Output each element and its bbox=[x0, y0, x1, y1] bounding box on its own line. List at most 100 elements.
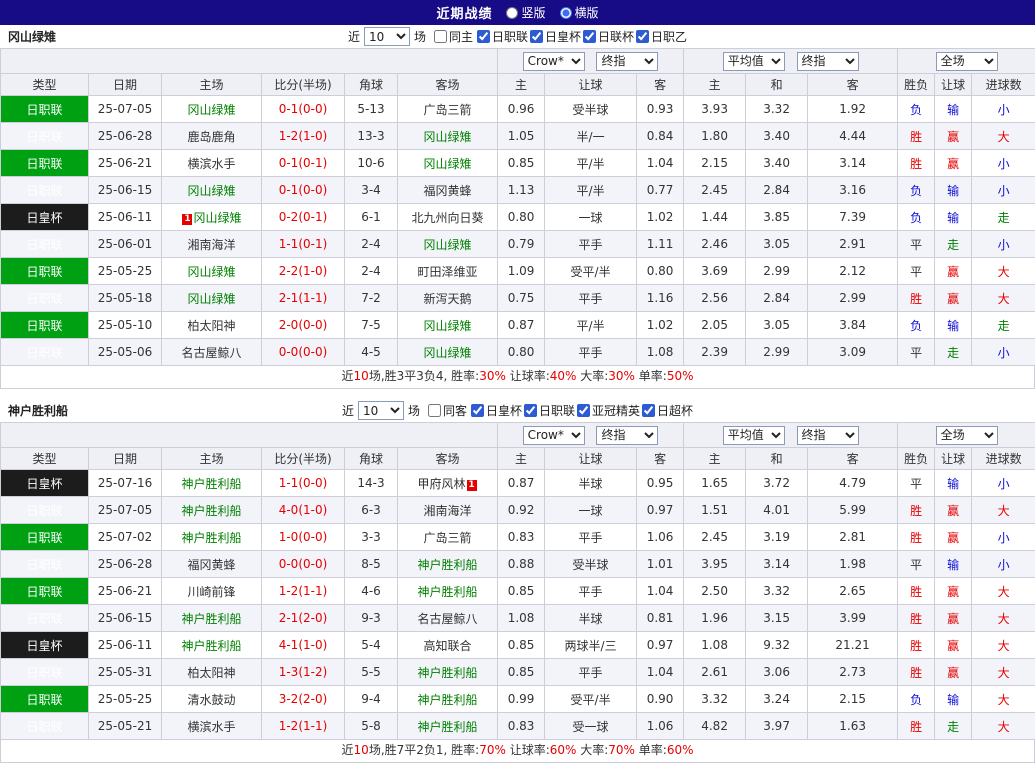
avg-final-select[interactable]: 终指 bbox=[797, 52, 859, 71]
focus-team-link[interactable]: 神户胜利船 bbox=[418, 693, 478, 707]
handicap-result: 走 bbox=[935, 339, 972, 366]
same-home-filter[interactable]: 同主 bbox=[434, 28, 473, 45]
score: 0-1(0-0) bbox=[262, 96, 345, 123]
scope-header-group: 全场 bbox=[898, 423, 1035, 448]
avg-away-odds: 3.99 bbox=[808, 605, 898, 632]
handicap-line: 半/一 bbox=[545, 123, 637, 150]
home-odds: 0.99 bbox=[498, 686, 545, 713]
league-filter[interactable]: 日皇杯 bbox=[530, 28, 581, 45]
focus-team-link[interactable]: 神户胜利船 bbox=[418, 720, 478, 734]
match-count-select[interactable]: 10 bbox=[364, 27, 410, 46]
team-link[interactable]: 新泻天鹅 bbox=[424, 292, 472, 306]
vertical-radio[interactable] bbox=[506, 7, 518, 19]
team-link[interactable]: 町田泽维亚 bbox=[418, 265, 478, 279]
league-checkbox[interactable] bbox=[524, 404, 537, 417]
league-checkbox[interactable] bbox=[583, 30, 596, 43]
handicap-line: 平手 bbox=[545, 578, 637, 605]
league-filter[interactable]: 日职联 bbox=[524, 402, 575, 419]
team-link[interactable]: 甲府风林 bbox=[418, 477, 466, 491]
focus-team-link[interactable]: 神户胜利船 bbox=[181, 639, 241, 653]
team-link[interactable]: 北九州向日葵 bbox=[412, 211, 484, 225]
team-link[interactable]: 柏太阳神 bbox=[187, 319, 235, 333]
same-away-checkbox[interactable] bbox=[428, 404, 441, 417]
team-link[interactable]: 高知联合 bbox=[424, 639, 472, 653]
odds-source-select[interactable]: Crow* bbox=[523, 52, 585, 71]
handicap-result: 输 bbox=[935, 204, 972, 231]
focus-team-link[interactable]: 冈山绿雉 bbox=[193, 211, 241, 225]
layout-horizontal-option[interactable]: 横版 bbox=[560, 4, 599, 21]
same-home-label: 同主 bbox=[449, 28, 473, 45]
team-link[interactable]: 广岛三箭 bbox=[424, 103, 472, 117]
scope-select[interactable]: 全场 bbox=[936, 426, 998, 445]
avg-select[interactable]: 平均值 bbox=[723, 426, 785, 445]
horizontal-radio[interactable] bbox=[560, 7, 572, 19]
avg-home-odds: 1.80 bbox=[684, 123, 746, 150]
focus-team-link[interactable]: 冈山绿雉 bbox=[424, 130, 472, 144]
odds-final-select[interactable]: 终指 bbox=[596, 426, 658, 445]
league-checkbox[interactable] bbox=[530, 30, 543, 43]
focus-team-link[interactable]: 冈山绿雉 bbox=[187, 292, 235, 306]
focus-team-link[interactable]: 神户胜利船 bbox=[418, 666, 478, 680]
result-value: 负 bbox=[898, 204, 935, 231]
focus-team-link[interactable]: 神户胜利船 bbox=[181, 531, 241, 545]
league-checkbox[interactable] bbox=[477, 30, 490, 43]
team-link[interactable]: 清水鼓动 bbox=[187, 693, 235, 707]
result-value: 胜 bbox=[898, 524, 935, 551]
team-link[interactable]: 柏太阳神 bbox=[187, 666, 235, 680]
result-value: 胜 bbox=[898, 659, 935, 686]
focus-team-link[interactable]: 冈山绿雉 bbox=[424, 238, 472, 252]
layout-vertical-option[interactable]: 竖版 bbox=[506, 4, 545, 21]
summary-text: 30% bbox=[479, 369, 506, 383]
league-checkbox[interactable] bbox=[642, 404, 655, 417]
same-home-checkbox[interactable] bbox=[434, 30, 447, 43]
away-odds: 1.08 bbox=[637, 339, 684, 366]
league-filter[interactable]: 日超杯 bbox=[642, 402, 693, 419]
focus-team-link[interactable]: 冈山绿雉 bbox=[187, 184, 235, 198]
same-away-label: 同客 bbox=[443, 402, 467, 419]
scope-select[interactable]: 全场 bbox=[936, 52, 998, 71]
focus-team-link[interactable]: 冈山绿雉 bbox=[187, 265, 235, 279]
league-checkbox[interactable] bbox=[471, 404, 484, 417]
home-team: 清水鼓动 bbox=[162, 686, 262, 713]
league-filter[interactable]: 日职联 bbox=[477, 28, 528, 45]
same-away-filter[interactable]: 同客 bbox=[428, 402, 467, 419]
focus-team-link[interactable]: 神户胜利船 bbox=[181, 504, 241, 518]
focus-team-link[interactable]: 冈山绿雉 bbox=[424, 319, 472, 333]
avg-final-select[interactable]: 终指 bbox=[797, 426, 859, 445]
focus-team-link[interactable]: 神户胜利船 bbox=[418, 558, 478, 572]
team-link[interactable]: 名古屋鲸八 bbox=[181, 346, 241, 360]
team-link[interactable]: 横滨水手 bbox=[187, 720, 235, 734]
team-link[interactable]: 湘南海洋 bbox=[424, 504, 472, 518]
match-count-select[interactable]: 10 bbox=[358, 401, 404, 420]
focus-team-link[interactable]: 冈山绿雉 bbox=[187, 103, 235, 117]
focus-team-link[interactable]: 神户胜利船 bbox=[181, 612, 241, 626]
team-link[interactable]: 川崎前锋 bbox=[187, 585, 235, 599]
home-team: 湘南海洋 bbox=[162, 231, 262, 258]
odds-final-select[interactable]: 终指 bbox=[596, 52, 658, 71]
score: 0-0(0-0) bbox=[262, 551, 345, 578]
league-filter[interactable]: 日皇杯 bbox=[471, 402, 522, 419]
league-checkbox[interactable] bbox=[577, 404, 590, 417]
team-link[interactable]: 福冈黄蜂 bbox=[187, 558, 235, 572]
team-link[interactable]: 横滨水手 bbox=[187, 157, 235, 171]
league-filter[interactable]: 日联杯 bbox=[583, 28, 634, 45]
league-checkbox[interactable] bbox=[636, 30, 649, 43]
league-filter[interactable]: 亚冠精英 bbox=[577, 402, 640, 419]
focus-team-link[interactable]: 神户胜利船 bbox=[418, 585, 478, 599]
league-filter[interactable]: 日职乙 bbox=[636, 28, 687, 45]
avg-select[interactable]: 平均值 bbox=[723, 52, 785, 71]
team-link[interactable]: 广岛三箭 bbox=[424, 531, 472, 545]
team-link[interactable]: 鹿岛鹿角 bbox=[187, 130, 235, 144]
handicap-result: 输 bbox=[935, 551, 972, 578]
odds-source-select[interactable]: Crow* bbox=[523, 426, 585, 445]
away-odds: 1.04 bbox=[637, 659, 684, 686]
col-corner: 角球 bbox=[345, 448, 398, 470]
handicap-result: 输 bbox=[935, 470, 972, 497]
team-link[interactable]: 名古屋鲸八 bbox=[418, 612, 478, 626]
team-link[interactable]: 福冈黄蜂 bbox=[424, 184, 472, 198]
team-link[interactable]: 湘南海洋 bbox=[187, 238, 235, 252]
focus-team-link[interactable]: 冈山绿雉 bbox=[424, 157, 472, 171]
focus-team-link[interactable]: 冈山绿雉 bbox=[424, 346, 472, 360]
page-title: 近期战绩 bbox=[436, 3, 492, 22]
focus-team-link[interactable]: 神户胜利船 bbox=[181, 477, 241, 491]
